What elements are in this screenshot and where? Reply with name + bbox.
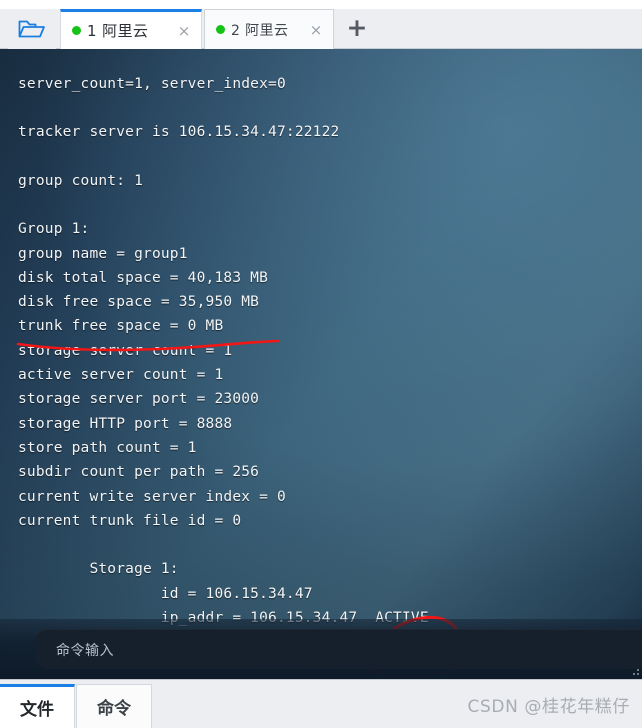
app-window: 1 阿里云 × 2 阿里云 × + server_count=1, server… [0,0,642,728]
tab-label: 1 阿里云 [87,22,149,40]
tab-status-dot [72,26,81,35]
new-tab-icon[interactable]: + [342,14,372,44]
tab-1[interactable]: 1 阿里云 × [60,9,202,49]
close-icon[interactable]: × [307,21,325,39]
tab-2[interactable]: 2 阿里云 × [204,9,334,49]
terminal-text: server_count=1, server_index=0 tracker s… [18,75,429,627]
tab-bar: 1 阿里云 × 2 阿里云 × + [0,0,642,49]
bottom-tab-bar: 文件 命令 CSDN @桂花年糕仔 [0,679,642,728]
open-folder-button[interactable] [8,9,56,49]
watermark-text: CSDN @桂花年糕仔 [467,697,630,717]
bottom-tab-files[interactable]: 文件 [0,684,75,728]
resize-grip-icon[interactable] [632,668,640,676]
bottom-tab-commands[interactable]: 命令 [76,684,152,728]
command-input-area: 命令输入 [0,619,642,679]
tab-label: 2 阿里云 [231,22,289,39]
tab-bar-top-spacer [0,0,642,9]
command-input-placeholder: 命令输入 [56,643,114,659]
terminal-output-pane[interactable]: server_count=1, server_index=0 tracker s… [0,49,642,679]
open-folder-icon [18,20,45,38]
tab-status-dot [216,25,225,34]
command-input-field[interactable]: 命令输入 [35,629,642,669]
close-icon[interactable]: × [175,22,193,40]
